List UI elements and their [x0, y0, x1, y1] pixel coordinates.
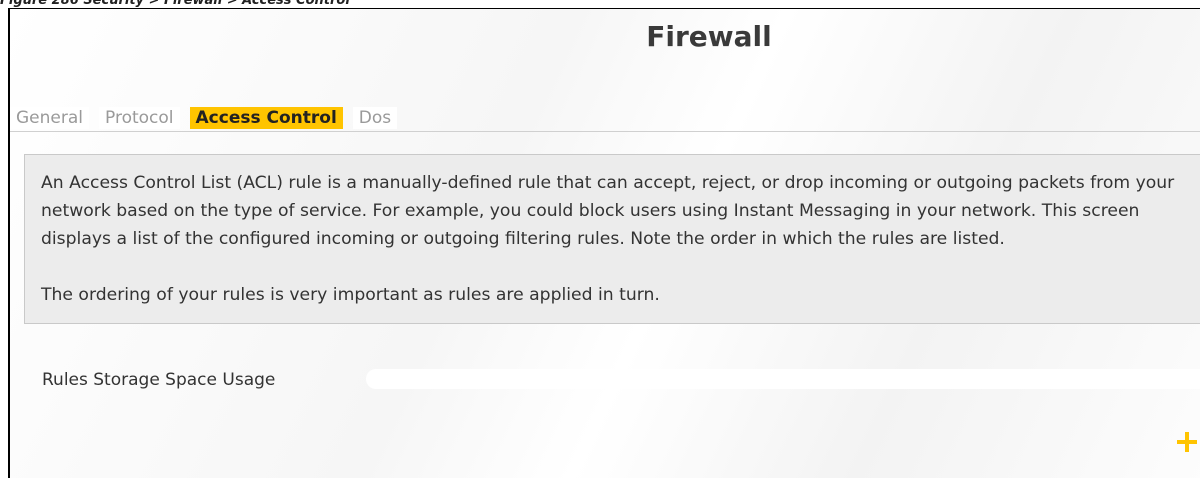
tab-access-control[interactable]: Access Control [189, 107, 343, 129]
description-line: An Access Control List (ACL) rule is a m… [41, 173, 1175, 193]
tab-protocol[interactable]: Protocol [99, 107, 180, 129]
firewall-panel: Firewall General Protocol Access Control… [8, 8, 1200, 478]
tab-general[interactable]: General [10, 107, 89, 129]
storage-usage-bar [366, 369, 1200, 389]
tab-dos[interactable]: Dos [352, 107, 398, 129]
page-title: Firewall [646, 20, 772, 53]
storage-usage-label: Rules Storage Space Usage [42, 370, 276, 390]
tab-bar: General Protocol Access Control Dos [10, 107, 398, 129]
figure-caption: Figure 286 Security > Firewall > Access … [0, 0, 350, 8]
plus-icon [1177, 432, 1197, 452]
description-line: displays a list of the configured incomi… [41, 229, 1005, 249]
description-note: The ordering of your rules is very impor… [41, 285, 660, 305]
tab-divider [10, 131, 1200, 132]
description-line: network based on the type of service. Fo… [41, 201, 1140, 221]
add-rule-button[interactable] [1172, 427, 1200, 457]
description-box: An Access Control List (ACL) rule is a m… [24, 154, 1200, 324]
